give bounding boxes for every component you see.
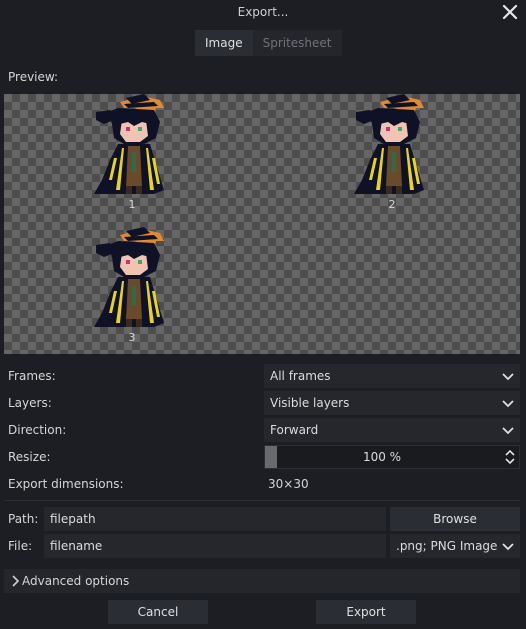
export-tabs: Image Spritesheet <box>195 30 342 56</box>
file-input[interactable]: filename <box>44 534 386 558</box>
format-select[interactable]: .png; PNG Image <box>390 534 520 558</box>
spin-arrows-icon[interactable] <box>503 447 517 467</box>
sprite-image <box>94 94 164 194</box>
direction-label: Direction: <box>8 423 67 437</box>
browse-button[interactable]: Browse <box>390 507 520 531</box>
advanced-options-label: Advanced options <box>22 574 130 588</box>
direction-value: Forward <box>270 423 319 437</box>
direction-select[interactable]: Forward <box>264 418 520 442</box>
preview-frame-3: 3 <box>84 227 180 347</box>
divider <box>4 500 520 501</box>
close-button[interactable] <box>500 2 520 22</box>
tab-image[interactable]: Image <box>195 30 253 56</box>
chevron-down-icon <box>502 543 514 551</box>
resize-value: 100 % <box>362 450 402 464</box>
frames-value: All frames <box>270 369 331 383</box>
sprite-image <box>354 94 424 194</box>
frame-number: 1 <box>128 198 136 211</box>
frame-number: 2 <box>388 198 396 211</box>
tab-spritesheet[interactable]: Spritesheet <box>252 30 342 56</box>
frames-label: Frames: <box>8 369 56 383</box>
layers-label: Layers: <box>8 396 52 410</box>
layers-value: Visible layers <box>270 396 350 410</box>
export-button[interactable]: Export <box>316 600 416 624</box>
preview-label: Preview: <box>8 70 59 84</box>
export-dimensions-label: Export dimensions: <box>8 477 124 491</box>
path-label: Path: <box>8 512 39 526</box>
resize-label: Resize: <box>8 450 51 464</box>
preview-frame-1: 1 <box>84 94 180 214</box>
advanced-options-toggle[interactable]: Advanced options <box>4 569 520 593</box>
frames-select[interactable]: All frames <box>264 364 520 388</box>
chevron-right-icon <box>12 575 20 587</box>
sprite-image <box>94 227 164 327</box>
preview-area: 1 2 3 <box>4 94 520 354</box>
resize-spinbox[interactable]: 100 % <box>264 445 520 469</box>
format-value: .png; PNG Image <box>396 539 498 553</box>
chevron-down-icon <box>502 400 514 408</box>
preview-frame-2: 2 <box>344 94 440 214</box>
path-input[interactable]: filepath <box>44 507 386 531</box>
frame-number: 3 <box>128 331 136 344</box>
layers-select[interactable]: Visible layers <box>264 391 520 415</box>
cancel-button[interactable]: Cancel <box>108 600 208 624</box>
close-icon <box>502 4 518 20</box>
window-title: Export... <box>237 5 289 19</box>
chevron-down-icon <box>502 427 514 435</box>
export-dimensions-value: 30×30 <box>268 477 309 491</box>
file-label: File: <box>8 539 33 553</box>
chevron-down-icon <box>502 373 514 381</box>
